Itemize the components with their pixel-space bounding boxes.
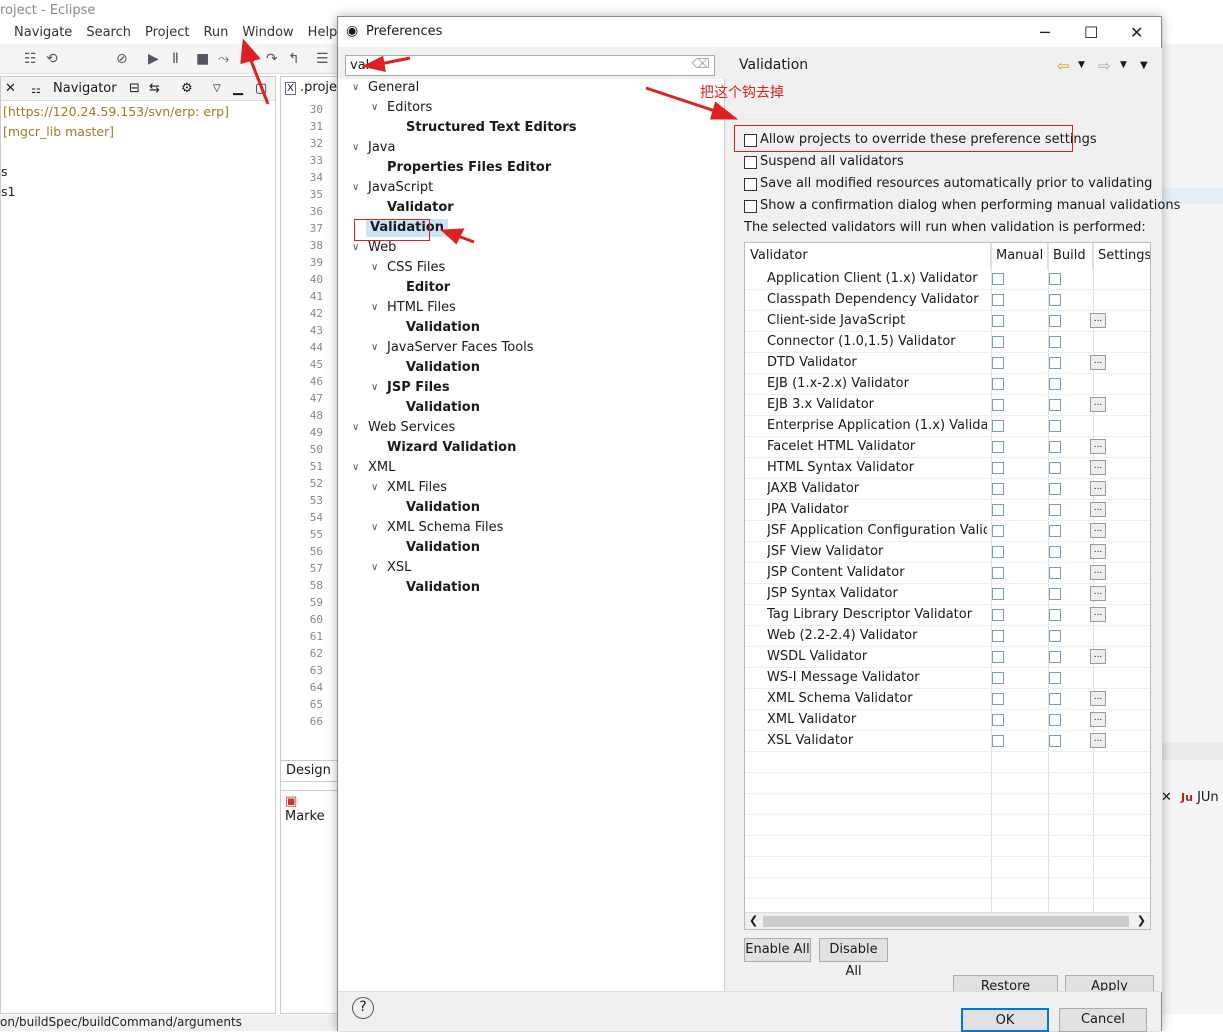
arrow-line [645, 86, 719, 114]
arrow-line [379, 56, 411, 66]
arrow-head [361, 55, 386, 72]
arrow-head [710, 101, 739, 120]
arrow-line [248, 57, 270, 105]
arrow-line [457, 234, 475, 244]
arrow-head [440, 228, 465, 245]
annotation-arrows [240, 38, 739, 245]
arrow-head [240, 38, 261, 64]
